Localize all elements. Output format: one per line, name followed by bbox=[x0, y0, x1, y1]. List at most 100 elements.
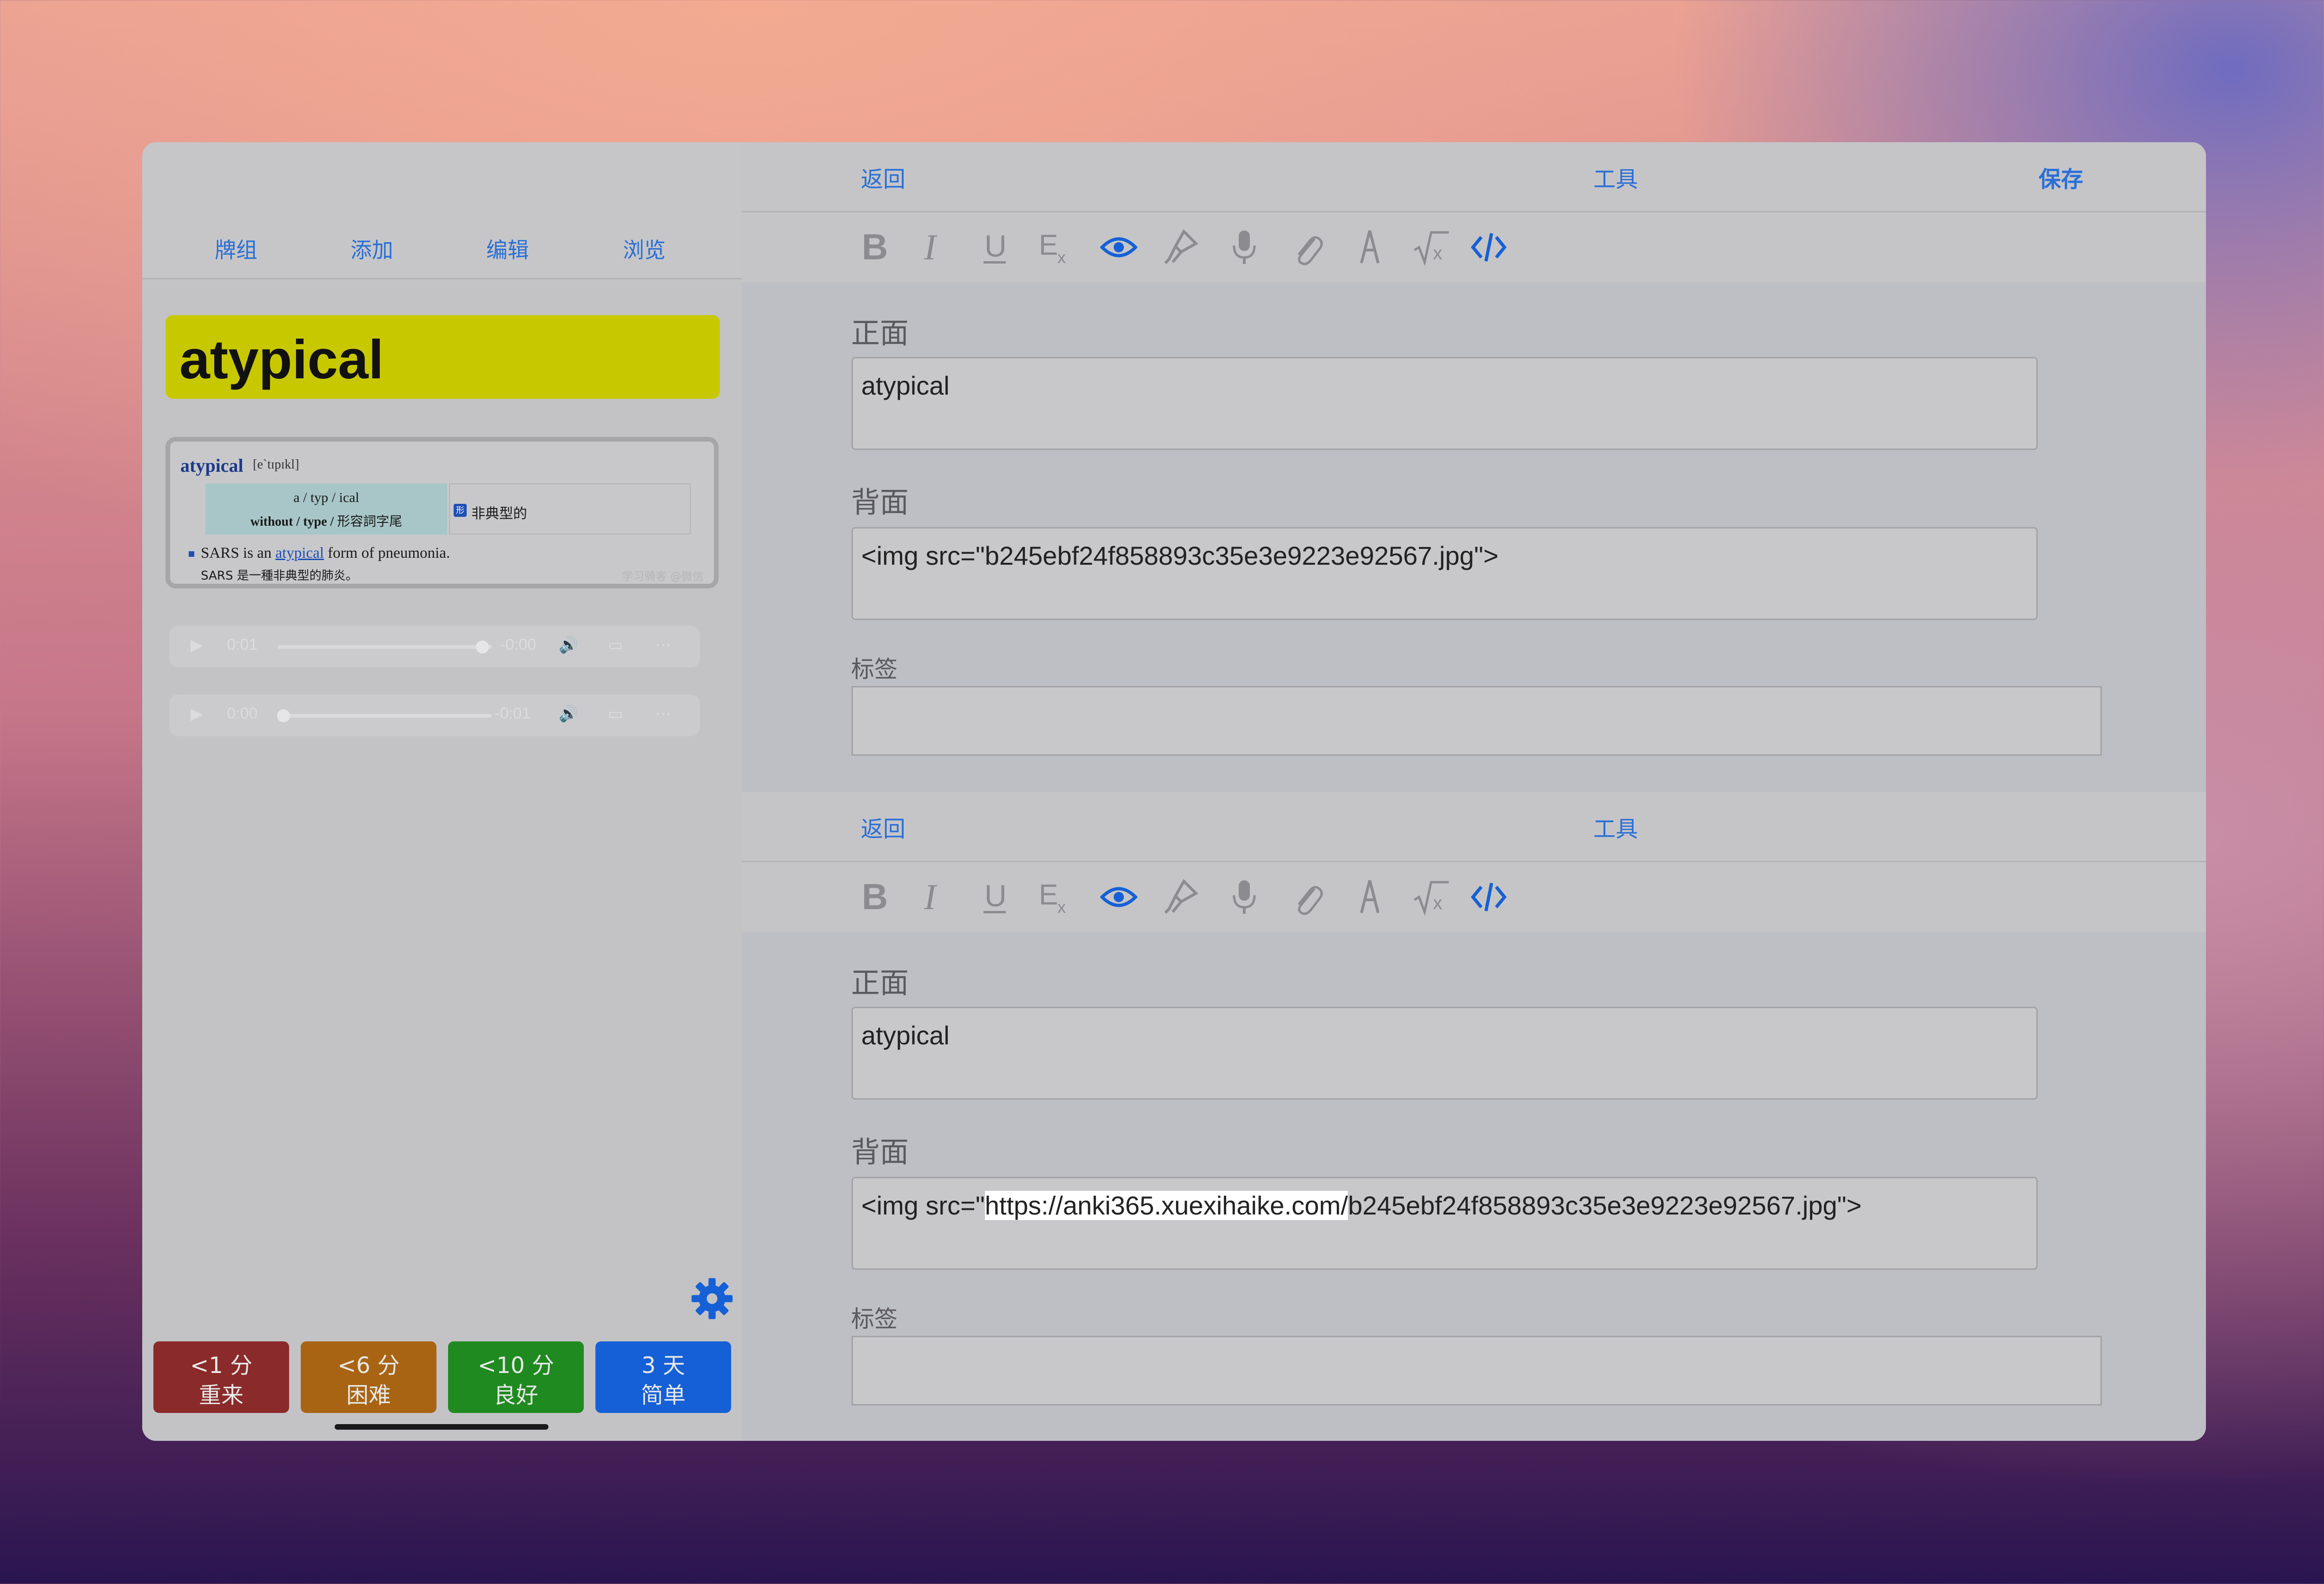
progress-knob[interactable] bbox=[476, 640, 489, 653]
svg-text:B: B bbox=[862, 878, 888, 916]
highlighter-icon[interactable] bbox=[1155, 862, 1207, 932]
svg-text:U: U bbox=[984, 229, 1007, 263]
dict-watermark: 学习骑客 @微信 bbox=[622, 570, 704, 583]
front-label: 正面 bbox=[851, 966, 909, 1000]
code-icon[interactable] bbox=[1463, 212, 1514, 282]
tools-button[interactable]: 工具 bbox=[1593, 811, 1638, 843]
audio-player-2[interactable]: ▶ 0:00 -0:01 🔊 ▭ ⋯ bbox=[169, 694, 700, 736]
front-label: 正面 bbox=[851, 316, 909, 350]
svg-text:U: U bbox=[984, 878, 1007, 913]
remaining-time: -0:00 bbox=[500, 636, 536, 653]
gear-icon[interactable] bbox=[690, 1276, 734, 1321]
more-icon[interactable]: ⋯ bbox=[655, 705, 671, 723]
home-indicator bbox=[335, 1424, 548, 1430]
editor-nav: 返回 工具 保存 bbox=[742, 142, 2206, 212]
dict-syllables: a / typ / ical without / type / 形容詞字尾 bbox=[205, 483, 447, 535]
play-icon[interactable]: ▶ bbox=[191, 636, 203, 654]
svg-text:x: x bbox=[1433, 243, 1442, 264]
save-button[interactable]: 保存 bbox=[2039, 161, 2083, 193]
tags-field[interactable] bbox=[852, 686, 2102, 756]
elapsed-time: 0:00 bbox=[227, 705, 258, 722]
dict-bullet bbox=[189, 551, 194, 557]
easy-button[interactable]: 3 天 简单 bbox=[595, 1341, 731, 1413]
card-word: atypical bbox=[165, 315, 720, 399]
tools-button[interactable]: 工具 bbox=[1593, 161, 1638, 193]
clear-format-icon[interactable]: Ex bbox=[1030, 862, 1081, 932]
bold-icon[interactable]: B bbox=[849, 212, 900, 282]
italic-icon[interactable]: I bbox=[908, 862, 959, 932]
volume-icon[interactable]: 🔊 bbox=[559, 705, 578, 723]
hard-button[interactable]: <6 分 困难 bbox=[301, 1341, 436, 1413]
svg-text:E: E bbox=[1039, 229, 1058, 261]
play-icon[interactable]: ▶ bbox=[191, 705, 203, 723]
math-icon[interactable]: x bbox=[1406, 862, 1457, 932]
italic-icon[interactable]: I bbox=[908, 212, 959, 282]
svg-text:x: x bbox=[1057, 248, 1066, 266]
app-window: 牌组 添加 编辑 浏览 atypical atypical [e`tɪpɪkl]… bbox=[142, 142, 2206, 1441]
progress-knob[interactable] bbox=[277, 709, 290, 722]
front-field[interactable]: atypical bbox=[852, 357, 2038, 450]
more-icon[interactable]: ⋯ bbox=[655, 636, 671, 654]
back-button[interactable]: 返回 bbox=[861, 161, 905, 193]
paperclip-icon[interactable] bbox=[1281, 212, 1332, 282]
paperclip-icon[interactable] bbox=[1281, 862, 1332, 932]
good-button[interactable]: <10 分 良好 bbox=[448, 1341, 584, 1413]
volume-icon[interactable]: 🔊 bbox=[559, 636, 578, 654]
progress-track[interactable] bbox=[278, 714, 492, 718]
microphone-icon[interactable] bbox=[1219, 212, 1270, 282]
tags-label: 标签 bbox=[851, 656, 898, 683]
dict-meaning: 形 非典型的 bbox=[449, 483, 691, 535]
dict-example-zh: SARS 是一種非典型的肺炎。 bbox=[201, 569, 358, 583]
eye-icon[interactable] bbox=[1093, 212, 1144, 282]
airplay-icon[interactable]: ▭ bbox=[608, 705, 623, 723]
eye-icon[interactable] bbox=[1093, 862, 1144, 932]
math-icon[interactable]: x bbox=[1406, 212, 1457, 282]
editor-2: 返回 工具 B I U Ex x 正面 atypical 背面 <img src… bbox=[742, 792, 2206, 1441]
progress-track[interactable] bbox=[278, 645, 492, 649]
tab-decks[interactable]: 牌组 bbox=[215, 233, 257, 264]
dict-syllables-line2: without / type / 形容詞字尾 bbox=[250, 515, 403, 529]
svg-text:x: x bbox=[1433, 893, 1442, 913]
audio-player-1[interactable]: ▶ 0:01 -0:00 🔊 ▭ ⋯ bbox=[169, 626, 700, 667]
front-field[interactable]: atypical bbox=[852, 1007, 2038, 1100]
dict-pronunciation: [e`tɪpɪkl] bbox=[253, 457, 299, 472]
dict-example: SARS is an atypical form of pneumonia. bbox=[201, 545, 450, 561]
svg-text:x: x bbox=[1057, 898, 1066, 916]
dict-meaning-text: 非典型的 bbox=[471, 506, 527, 522]
top-nav: 牌组 添加 编辑 浏览 bbox=[142, 142, 742, 279]
clear-format-icon[interactable]: Ex bbox=[1030, 212, 1081, 282]
tags-field[interactable] bbox=[852, 1336, 2102, 1406]
format-toolbar: B I U Ex x bbox=[742, 862, 2206, 932]
back-button[interactable]: 返回 bbox=[861, 811, 905, 843]
remaining-time: -0:01 bbox=[495, 705, 531, 722]
back-label: 背面 bbox=[851, 485, 909, 519]
dictionary-image: atypical [e`tɪpɪkl] a / typ / ical witho… bbox=[165, 437, 719, 588]
code-icon[interactable] bbox=[1463, 862, 1514, 932]
dict-syllables-line1: a / typ / ical bbox=[293, 490, 359, 505]
pen-icon[interactable] bbox=[1344, 862, 1395, 932]
highlighter-icon[interactable] bbox=[1155, 212, 1207, 282]
svg-text:E: E bbox=[1039, 879, 1058, 911]
svg-text:I: I bbox=[924, 878, 938, 916]
selected-text: https://anki365.xuexihaike.com/ bbox=[984, 1191, 1348, 1220]
card-word-text: atypical bbox=[179, 329, 384, 390]
tab-edit[interactable]: 编辑 bbox=[486, 233, 529, 264]
editor-pane: 返回 工具 保存 B I U Ex x 正面 atypical 背面 <img … bbox=[742, 142, 2206, 1441]
back-field[interactable]: <img src="b245ebf24f858893c35e3e9223e925… bbox=[852, 527, 2038, 620]
svg-text:B: B bbox=[862, 229, 888, 266]
tab-add[interactable]: 添加 bbox=[350, 233, 393, 264]
bold-icon[interactable]: B bbox=[849, 862, 900, 932]
microphone-icon[interactable] bbox=[1219, 862, 1270, 932]
back-field[interactable]: <img src="https://anki365.xuexihaike.com… bbox=[852, 1177, 2038, 1270]
dict-headword: atypical bbox=[180, 455, 244, 476]
editor-1: 返回 工具 保存 B I U Ex x 正面 atypical 背面 <img … bbox=[742, 142, 2206, 793]
elapsed-time: 0:01 bbox=[227, 636, 258, 653]
again-button[interactable]: <1 分 重来 bbox=[153, 1341, 289, 1413]
format-toolbar: B I U Ex x bbox=[742, 212, 2206, 282]
underline-icon[interactable]: U bbox=[970, 862, 1021, 932]
underline-icon[interactable]: U bbox=[970, 212, 1021, 282]
tags-label: 标签 bbox=[851, 1306, 898, 1333]
airplay-icon[interactable]: ▭ bbox=[608, 636, 623, 654]
tab-browse[interactable]: 浏览 bbox=[623, 233, 666, 264]
pen-icon[interactable] bbox=[1344, 212, 1395, 282]
